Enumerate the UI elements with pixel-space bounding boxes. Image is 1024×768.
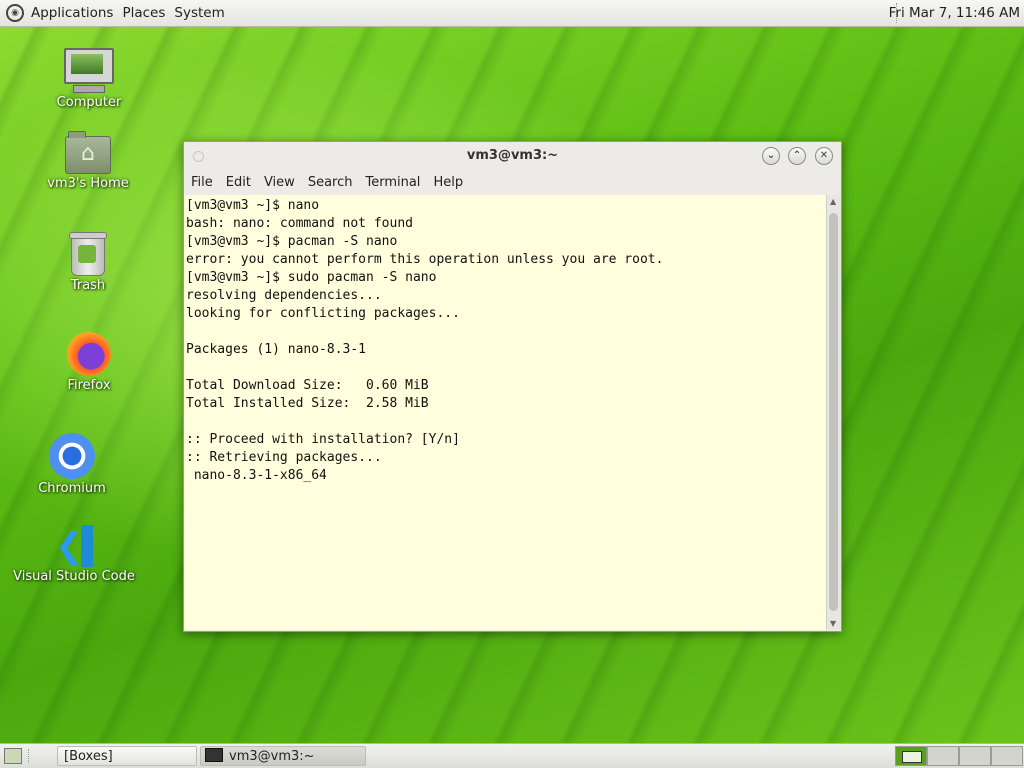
desktop-icon-label: vm3's Home bbox=[47, 176, 129, 191]
desktop-icon-computer[interactable]: Computer bbox=[24, 48, 154, 110]
terminal-output: [vm3@vm3 ~]$ nano bash: nano: command no… bbox=[186, 198, 664, 483]
workspace-3[interactable] bbox=[959, 746, 991, 766]
desktop-icon-home[interactable]: vm3's Home bbox=[23, 131, 153, 191]
applications-menu[interactable]: Applications bbox=[31, 5, 113, 21]
taskbar-item-terminal[interactable]: vm3@vm3:~ bbox=[200, 746, 366, 766]
terminal-window[interactable]: vm3@vm3:~ ⌄ ⌃ ✕ File Edit View Search Te… bbox=[183, 141, 842, 632]
menu-view[interactable]: View bbox=[264, 175, 295, 190]
scroll-up-icon[interactable]: ▲ bbox=[830, 197, 836, 206]
terminal-menubar: File Edit View Search Terminal Help bbox=[184, 170, 841, 194]
workspace-4[interactable] bbox=[991, 746, 1023, 766]
chromium-icon bbox=[49, 433, 95, 479]
computer-icon bbox=[24, 48, 154, 93]
desktop-icon-label: Firefox bbox=[67, 378, 111, 393]
window-titlebar[interactable]: vm3@vm3:~ ⌄ ⌃ ✕ bbox=[184, 142, 841, 170]
terminal-output-area[interactable]: [vm3@vm3 ~]$ nano bash: nano: command no… bbox=[184, 195, 826, 630]
taskbar-item-boxes[interactable]: [Boxes] bbox=[57, 746, 197, 766]
trash-icon bbox=[69, 232, 107, 276]
desktop-icon-vscode[interactable]: Visual Studio Code bbox=[9, 525, 139, 584]
bottom-panel: [Boxes] vm3@vm3:~ bbox=[0, 743, 1024, 768]
menu-edit[interactable]: Edit bbox=[226, 175, 251, 190]
vscode-icon bbox=[53, 525, 95, 567]
panel-grip bbox=[28, 749, 49, 763]
scroll-down-icon[interactable]: ▼ bbox=[830, 619, 836, 628]
distro-logo-icon[interactable]: ◉ bbox=[6, 4, 24, 22]
desktop-icon-chromium[interactable]: Chromium bbox=[7, 433, 137, 496]
minimize-button[interactable]: ⌄ bbox=[762, 147, 780, 165]
terminal-icon bbox=[205, 748, 223, 762]
maximize-button[interactable]: ⌃ bbox=[788, 147, 806, 165]
desktop-icon-firefox[interactable]: Firefox bbox=[24, 332, 154, 393]
desktop-icon-label: Computer bbox=[56, 95, 122, 110]
scrollbar[interactable]: ▲ ▼ bbox=[826, 195, 841, 630]
window-menu-icon[interactable] bbox=[193, 151, 204, 162]
system-menu[interactable]: System bbox=[174, 5, 224, 21]
menu-file[interactable]: File bbox=[191, 175, 213, 190]
show-desktop-icon[interactable] bbox=[4, 748, 22, 764]
home-folder-icon bbox=[65, 131, 111, 174]
top-panel: ◉ Applications Places System Fri Mar 7, … bbox=[0, 0, 1024, 27]
menu-search[interactable]: Search bbox=[308, 175, 353, 190]
desktop-icon-label: Chromium bbox=[38, 481, 106, 496]
desktop-icon-trash[interactable]: Trash bbox=[23, 232, 153, 293]
workspace-1[interactable] bbox=[895, 746, 927, 766]
menu-terminal[interactable]: Terminal bbox=[365, 175, 420, 190]
menu-help[interactable]: Help bbox=[433, 175, 463, 190]
places-menu[interactable]: Places bbox=[122, 5, 165, 21]
taskbar-item-label: vm3@vm3:~ bbox=[229, 749, 315, 764]
window-title: vm3@vm3:~ bbox=[466, 148, 559, 163]
desktop-icon-label: Trash bbox=[70, 278, 106, 293]
desktop-icon-label: Visual Studio Code bbox=[13, 569, 135, 584]
taskbar-item-label: [Boxes] bbox=[64, 749, 113, 764]
top-menu: ◉ Applications Places System bbox=[0, 4, 225, 22]
clock[interactable]: Fri Mar 7, 11:46 AM bbox=[889, 5, 1020, 21]
firefox-icon bbox=[67, 332, 111, 376]
close-button[interactable]: ✕ bbox=[815, 147, 833, 165]
workspace-2[interactable] bbox=[927, 746, 959, 766]
scrollbar-thumb[interactable] bbox=[829, 213, 838, 611]
